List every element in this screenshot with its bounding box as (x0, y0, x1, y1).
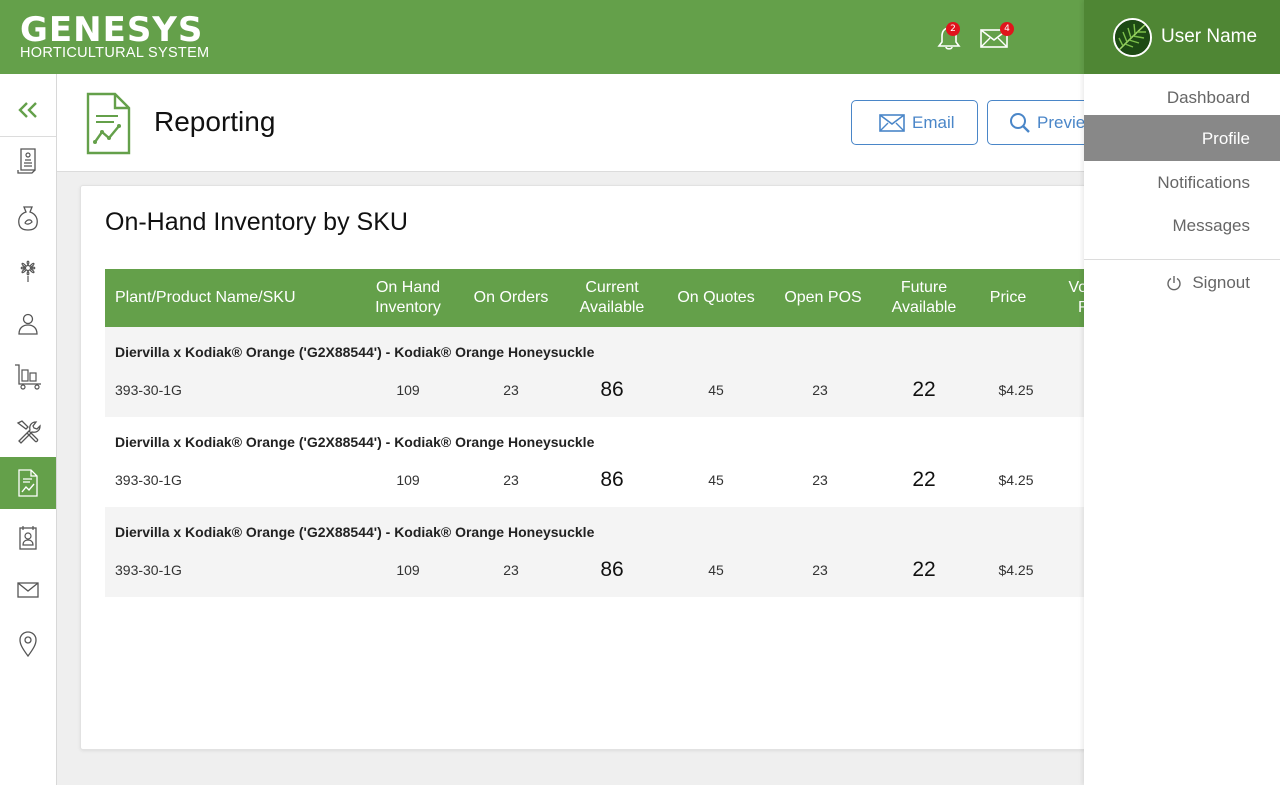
menu-item-signout[interactable]: Signout (1166, 273, 1250, 293)
mail-icon (17, 582, 39, 598)
sku-cell: 393-30-1G (115, 382, 182, 398)
signout-label: Signout (1192, 273, 1250, 292)
column-header-on-hand-line2: Inventory (375, 299, 441, 316)
brand-logo[interactable]: GENESYS HORTICULTURAL SYSTEM (20, 12, 209, 60)
document-list-icon (17, 148, 36, 174)
menu-divider (1084, 259, 1280, 260)
search-icon (1010, 112, 1030, 133)
product-name: Diervilla x Kodiak® Orange ('G2X88544') … (115, 344, 595, 360)
inventory-table: Plant/Product Name/SKU On Hand Inventory … (105, 269, 1099, 597)
column-header-current-line1: Current (585, 279, 639, 296)
avatar (1113, 17, 1152, 57)
sidebar-item-shipping[interactable] (0, 350, 56, 402)
column-header-on-hand-line1: On Hand (375, 279, 441, 296)
current-available-cell: 86 (600, 468, 624, 491)
cart-icon (15, 364, 41, 390)
column-header-future-available[interactable]: Future Available (874, 269, 974, 327)
sku-cell: 393-30-1G (115, 472, 182, 488)
report-page-icon (85, 92, 131, 161)
sidebar-item-locations[interactable] (0, 618, 56, 670)
map-pin-icon (19, 631, 37, 658)
messages-count-badge: 4 (1000, 22, 1014, 36)
price-cell: $4.25 (998, 472, 1034, 488)
sidebar-item-tools[interactable] (0, 406, 56, 458)
on-quotes-cell: 45 (708, 472, 724, 488)
current-available-cell: 86 (600, 378, 624, 401)
tools-icon (16, 420, 41, 444)
open-pos-cell: 23 (812, 562, 828, 578)
brand-name: GENESYS (20, 10, 204, 50)
product-name: Diervilla x Kodiak® Orange ('G2X88544') … (115, 524, 595, 540)
column-header-name[interactable]: Plant/Product Name/SKU (115, 269, 296, 327)
sidebar-item-catalog[interactable] (0, 135, 56, 187)
brand-tagline: HORTICULTURAL SYSTEM (20, 45, 210, 61)
page-title: Reporting (154, 106, 276, 137)
on-orders-cell: 23 (503, 472, 519, 488)
open-pos-cell: 23 (812, 472, 828, 488)
table-row[interactable]: Diervilla x Kodiak® Orange ('G2X88544') … (105, 507, 1099, 597)
column-header-on-orders[interactable]: On Orders (461, 269, 561, 327)
report-title: On-Hand Inventory by SKU (105, 208, 408, 236)
double-chevron-left-icon (18, 101, 37, 118)
seed-bag-icon (18, 206, 38, 231)
menu-item-notifications[interactable]: Notifications (1157, 173, 1250, 193)
email-button[interactable]: Email (851, 100, 978, 145)
menu-item-profile[interactable] (1084, 115, 1280, 161)
report-card: On-Hand Inventory by SKU Plant/Product N… (80, 185, 1100, 750)
future-available-cell: 22 (912, 378, 936, 401)
on-quotes-cell: 45 (708, 562, 724, 578)
future-available-cell: 22 (912, 468, 936, 491)
flower-icon (20, 260, 36, 282)
column-header-current-line2: Available (579, 299, 645, 316)
menu-item-dashboard[interactable]: Dashboard (1167, 88, 1250, 108)
product-name: Diervilla x Kodiak® Orange ('G2X88544') … (115, 434, 595, 450)
menu-item-messages[interactable]: Messages (1173, 216, 1250, 236)
contact-card-icon (19, 526, 37, 550)
on-quotes-cell: 45 (708, 382, 724, 398)
messages-button[interactable]: 4 (979, 22, 1014, 52)
user-menu-toggle[interactable]: User Name (1084, 0, 1280, 74)
column-header-current-available[interactable]: Current Available (562, 269, 662, 327)
sidebar-item-mail[interactable] (0, 564, 56, 616)
on-hand-cell: 109 (396, 562, 420, 578)
future-available-cell: 22 (912, 558, 936, 581)
column-header-future-line1: Future (900, 279, 948, 296)
envelope-icon (879, 113, 905, 132)
on-hand-cell: 109 (396, 382, 420, 398)
price-cell: $4.25 (998, 562, 1034, 578)
sidebar-item-customers[interactable] (0, 298, 56, 350)
on-hand-cell: 109 (396, 472, 420, 488)
table-row[interactable]: Diervilla x Kodiak® Orange ('G2X88544') … (105, 327, 1099, 417)
menu-item-profile-label[interactable]: Profile (1202, 129, 1250, 149)
table-header: Plant/Product Name/SKU On Hand Inventory … (105, 269, 1099, 327)
sidebar (0, 74, 57, 785)
sku-cell: 393-30-1G (115, 562, 182, 578)
sidebar-item-products[interactable] (0, 192, 56, 244)
on-orders-cell: 23 (503, 382, 519, 398)
sidebar-item-contacts[interactable] (0, 512, 56, 564)
notifications-button[interactable]: 2 (935, 22, 965, 52)
open-pos-cell: 23 (812, 382, 828, 398)
person-icon (18, 313, 38, 335)
email-button-label: Email (912, 112, 955, 132)
table-row[interactable]: Diervilla x Kodiak® Orange ('G2X88544') … (105, 417, 1099, 507)
price-cell: $4.25 (998, 382, 1034, 398)
column-header-on-quotes[interactable]: On Quotes (666, 269, 766, 327)
on-orders-cell: 23 (503, 562, 519, 578)
sidebar-collapse-button[interactable] (0, 83, 56, 137)
sidebar-item-reporting[interactable] (0, 457, 56, 509)
report-icon (18, 469, 38, 497)
power-icon (1167, 276, 1182, 291)
column-header-open-pos[interactable]: Open POS (773, 269, 873, 327)
user-menu-panel: User Name Dashboard Profile Notification… (1084, 0, 1280, 785)
sidebar-item-plants[interactable] (0, 244, 56, 296)
page-header: Reporting Email Preview (57, 74, 1114, 172)
current-available-cell: 86 (600, 558, 624, 581)
user-name: User Name (1161, 26, 1258, 47)
column-header-price[interactable]: Price (968, 269, 1048, 327)
notifications-count-badge: 2 (946, 22, 960, 36)
column-header-on-hand[interactable]: On Hand Inventory (358, 269, 458, 327)
column-header-future-line2: Available (891, 299, 957, 316)
